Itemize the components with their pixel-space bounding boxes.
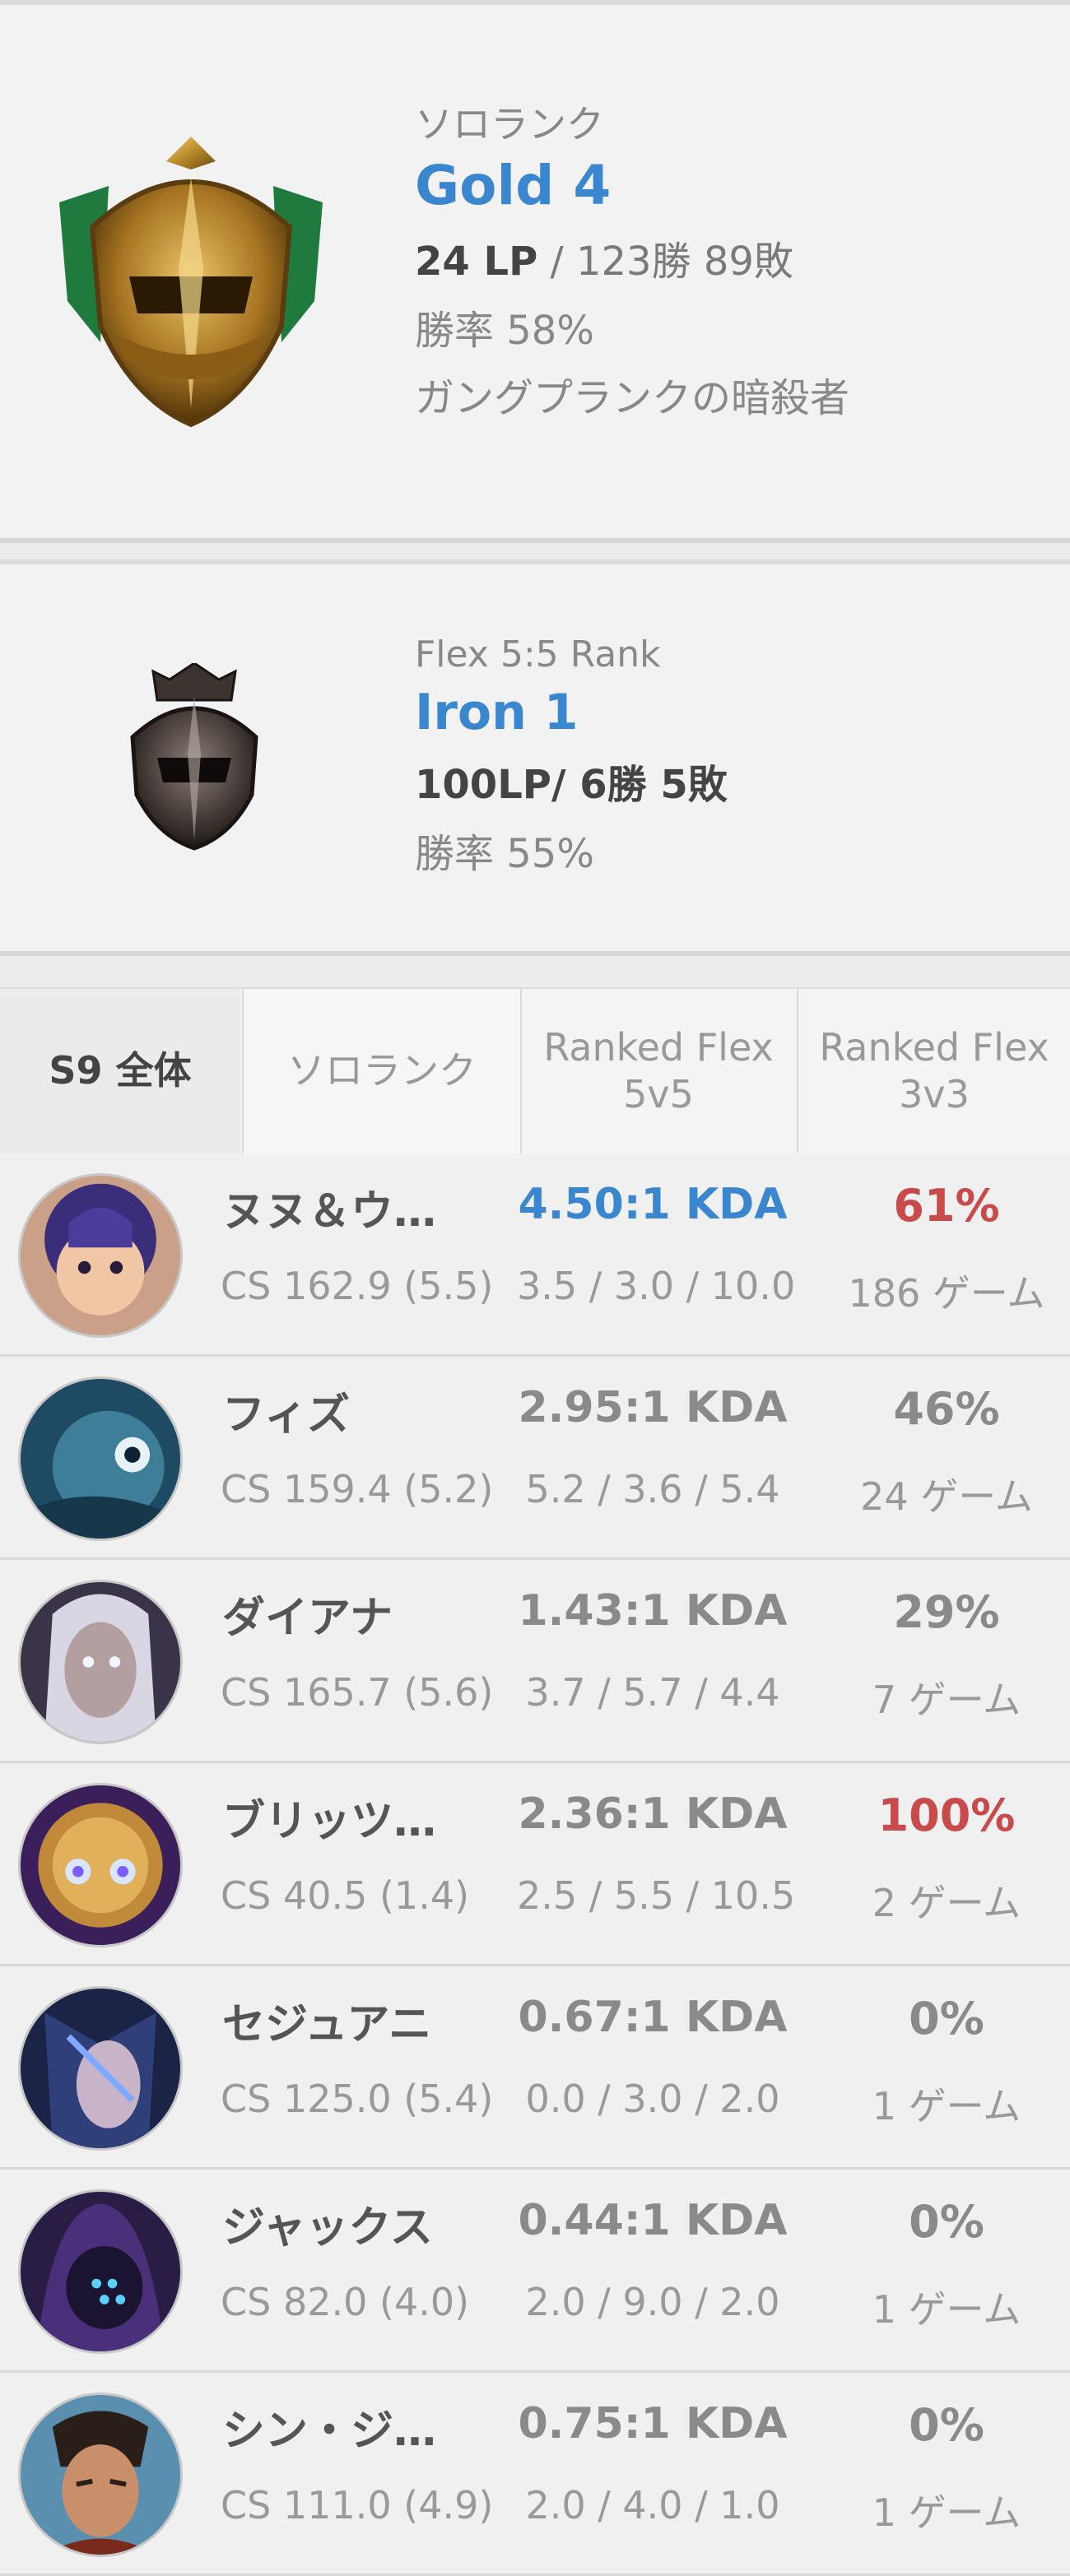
- solo-rank-card: ソロランク Gold 4 24 LP / 123勝 89敗 勝率 58% ガング…: [0, 0, 1070, 543]
- champion-avatar: [18, 1376, 183, 1541]
- champion-winrate: 0%: [909, 1993, 984, 2045]
- champion-name: フィズ: [222, 1390, 350, 1440]
- kda-detail: 0.0 / 3.0 / 2.0: [525, 2077, 780, 2121]
- queue-name: ソロランク: [415, 102, 604, 146]
- winrate-text: 勝率 55%: [415, 830, 594, 877]
- champion-row[interactable]: ヌヌ＆ウ… CS 162.9 (5.5) 4.50:1 KDA 3.5 / 3.…: [0, 1153, 1070, 1357]
- champion-avatar: [18, 1580, 183, 1744]
- kda-ratio: 0.67:1 KDA: [518, 1993, 788, 2042]
- champion-name: ダイアナ: [222, 1594, 393, 1643]
- champion-cs: CS 111.0 (4.9): [221, 2483, 494, 2527]
- champion-name: ブリッツ…: [222, 1797, 437, 1846]
- league-name: ガングプランクの暗殺者: [415, 374, 850, 421]
- kda-ratio: 2.95:1 KDA: [518, 1383, 788, 1432]
- tier-label: Gold 4: [415, 154, 612, 218]
- iron-tier-emblem-icon: [112, 661, 277, 852]
- champion-cs: CS 165.7 (5.6): [221, 1670, 494, 1715]
- champion-name: シン・ジ…: [222, 2407, 437, 2456]
- champion-winrate: 0%: [909, 2399, 984, 2451]
- champion-stats-list: ヌヌ＆ウ… CS 162.9 (5.5) 4.50:1 KDA 3.5 / 3.…: [0, 1153, 1070, 2576]
- games-played: 1 ゲーム: [872, 2490, 1021, 2535]
- champion-name: ジャックス: [222, 2203, 433, 2253]
- champion-name: ヌヌ＆ウ…: [222, 1187, 437, 1237]
- champion-cs: CS 159.4 (5.2): [221, 1467, 494, 1511]
- lp-record: 100LP/ 6勝 5敗: [415, 752, 728, 810]
- champion-winrate: 61%: [893, 1180, 1000, 1232]
- kda-ratio: 2.36:1 KDA: [518, 1789, 788, 1839]
- league-points: 100LP: [415, 761, 551, 808]
- kda-ratio: 1.43:1 KDA: [518, 1586, 788, 1636]
- games-played: 2 ゲーム: [872, 1881, 1021, 1925]
- win-loss-record: / 6勝 5敗: [551, 761, 728, 808]
- kda-detail: 3.7 / 5.7 / 4.4: [525, 1670, 780, 1715]
- champion-row[interactable]: ブリッツ… CS 40.5 (1.4) 2.36:1 KDA 2.5 / 5.5…: [0, 1763, 1070, 1966]
- season-tabs: S9 全体 ソロランク Ranked Flex 5v5 Ranked Flex …: [0, 987, 1070, 1155]
- tier-label: Iron 1: [415, 683, 579, 741]
- solo-rank-info: ソロランク Gold 4 24 LP / 123勝 89敗 勝率 58% ガング…: [415, 102, 849, 423]
- tab-solo-rank[interactable]: ソロランク: [242, 989, 522, 1153]
- champion-avatar: [18, 1173, 183, 1338]
- champion-avatar: [18, 1986, 183, 2151]
- champion-winrate: 46%: [893, 1383, 1000, 1435]
- lp-record: 24 LP / 123勝 89敗: [415, 229, 849, 286]
- kda-detail: 3.5 / 3.0 / 10.0: [517, 1264, 796, 1308]
- games-played: 1 ゲーム: [872, 2287, 1021, 2332]
- champion-winrate: 29%: [893, 1586, 1000, 1638]
- kda-detail: 2.0 / 4.0 / 1.0: [525, 2483, 780, 2527]
- tab-season-all[interactable]: S9 全体: [0, 989, 240, 1153]
- league-points: 24 LP: [415, 238, 538, 285]
- champion-winrate: 0%: [909, 2196, 984, 2248]
- champion-avatar: [18, 2393, 183, 2557]
- queue-name: Flex 5:5 Rank: [415, 634, 661, 675]
- champion-avatar: [18, 2189, 183, 2354]
- champion-row[interactable]: セジュアニ CS 125.0 (5.4) 0.67:1 KDA 0.0 / 3.…: [0, 1966, 1070, 2170]
- champion-row[interactable]: ダイアナ CS 165.7 (5.6) 1.43:1 KDA 3.7 / 5.7…: [0, 1560, 1070, 1763]
- win-loss-record: / 123勝 89敗: [537, 238, 793, 285]
- games-played: 1 ゲーム: [872, 2084, 1021, 2128]
- champion-cs: CS 125.0 (5.4): [221, 2077, 494, 2121]
- kda-ratio: 0.44:1 KDA: [518, 2196, 788, 2245]
- champion-row[interactable]: フィズ CS 159.4 (5.2) 2.95:1 KDA 5.2 / 3.6 …: [0, 1357, 1070, 1560]
- champion-cs: CS 162.9 (5.5): [221, 1264, 494, 1308]
- kda-ratio: 4.50:1 KDA: [518, 1180, 788, 1229]
- tab-ranked-flex-5v5[interactable]: Ranked Flex 5v5: [520, 989, 798, 1153]
- champion-row[interactable]: シン・ジ… CS 111.0 (4.9) 0.75:1 KDA 2.0 / 4.…: [0, 2373, 1070, 2576]
- tab-ranked-flex-3v3[interactable]: Ranked Flex 3v3: [798, 989, 1070, 1153]
- champion-row[interactable]: ジャックス CS 82.0 (4.0) 0.44:1 KDA 2.0 / 9.0…: [0, 2170, 1070, 2373]
- gold-tier-emblem-icon: [51, 137, 331, 433]
- flex-rank-info: Flex 5:5 Rank Iron 1 100LP/ 6勝 5敗 勝率 55%: [415, 634, 728, 879]
- kda-detail: 2.5 / 5.5 / 10.5: [517, 1873, 796, 1918]
- flex-rank-card: Flex 5:5 Rank Iron 1 100LP/ 6勝 5敗 勝率 55%: [0, 559, 1070, 956]
- games-played: 7 ゲーム: [872, 1678, 1021, 1722]
- winrate-text: 勝率 58%: [415, 307, 594, 354]
- kda-ratio: 0.75:1 KDA: [518, 2399, 788, 2448]
- champion-cs: CS 40.5 (1.4): [221, 1873, 470, 1918]
- champion-cs: CS 82.0 (4.0): [221, 2280, 470, 2324]
- games-played: 186 ゲーム: [848, 1271, 1045, 1316]
- kda-detail: 2.0 / 9.0 / 2.0: [525, 2280, 780, 2324]
- champion-avatar: [18, 1783, 183, 1947]
- champion-name: セジュアニ: [222, 2000, 432, 2049]
- kda-detail: 5.2 / 3.6 / 5.4: [525, 1467, 780, 1511]
- champion-winrate: 100%: [877, 1789, 1016, 1841]
- games-played: 24 ゲーム: [860, 1474, 1033, 1519]
